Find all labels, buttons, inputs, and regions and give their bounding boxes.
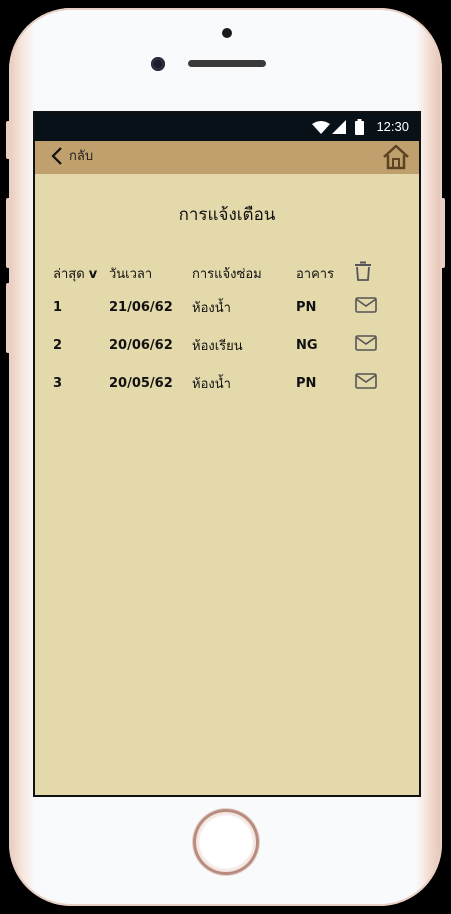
battery-icon	[355, 119, 364, 135]
home-icon[interactable]	[382, 144, 410, 170]
signal-icon	[332, 120, 346, 134]
table-header-row: ล่าสุด v วันเวลา การแจ้งซ่อม อาคาร	[53, 258, 395, 288]
sort-latest-header[interactable]: ล่าสุด v	[53, 258, 109, 288]
row-room: ห้องน้ำ	[192, 376, 231, 392]
latest-label: ล่าสุด	[53, 266, 85, 282]
status-bar: 12:30	[35, 113, 419, 141]
front-camera	[151, 57, 165, 71]
row-number: 1	[53, 299, 63, 315]
row-room: ห้องน้ำ	[192, 300, 231, 316]
row-mail-cell	[355, 288, 395, 326]
mail-icon[interactable]	[355, 373, 377, 389]
volume-down-button	[6, 283, 11, 353]
datetime-header: วันเวลา	[109, 266, 153, 282]
row-building: PN	[296, 375, 317, 391]
wifi-icon	[312, 121, 330, 134]
sort-indicator: v	[88, 266, 98, 282]
row-date: 20/06/62	[109, 337, 173, 353]
mail-icon[interactable]	[355, 335, 377, 351]
table-row[interactable]: 3 20/05/62 ห้องน้ำ PN	[53, 364, 395, 402]
row-building: PN	[296, 299, 317, 315]
back-label: กลับ	[69, 149, 94, 164]
notification-table: ล่าสุด v วันเวลา การแจ้งซ่อม อาคาร 1 21/…	[53, 258, 395, 402]
proximity-sensor	[222, 28, 232, 38]
app-bar: กลับ	[35, 141, 419, 174]
mail-icon[interactable]	[355, 297, 377, 313]
table-row[interactable]: 1 21/06/62 ห้องน้ำ PN	[53, 288, 395, 326]
row-date: 21/06/62	[109, 299, 173, 315]
status-time: 12:30	[376, 119, 409, 134]
mute-switch	[6, 121, 11, 159]
row-number: 2	[53, 337, 63, 353]
trash-icon[interactable]	[355, 261, 371, 281]
report-header: การแจ้งซ่อม	[192, 266, 262, 282]
power-button	[440, 198, 445, 268]
earpiece-speaker	[188, 60, 266, 67]
screen: 12:30 กลับ การแจ้งเตือน ล่าสุด v วันเวลา…	[35, 113, 419, 795]
chevron-left-icon	[51, 146, 62, 165]
row-mail-cell	[355, 364, 395, 402]
page-title: การแจ้งเตือน	[178, 205, 276, 225]
row-room: ห้องเรียน	[192, 338, 243, 354]
back-button[interactable]: กลับ	[51, 145, 93, 166]
row-date: 20/05/62	[109, 375, 173, 391]
delete-all-header	[355, 258, 395, 288]
volume-up-button	[6, 198, 11, 268]
building-header: อาคาร	[296, 266, 335, 282]
row-number: 3	[53, 375, 63, 391]
row-mail-cell	[355, 326, 395, 364]
table-row[interactable]: 2 20/06/62 ห้องเรียน NG	[53, 326, 395, 364]
hardware-home-button[interactable]	[193, 809, 259, 875]
row-building: NG	[296, 337, 318, 353]
